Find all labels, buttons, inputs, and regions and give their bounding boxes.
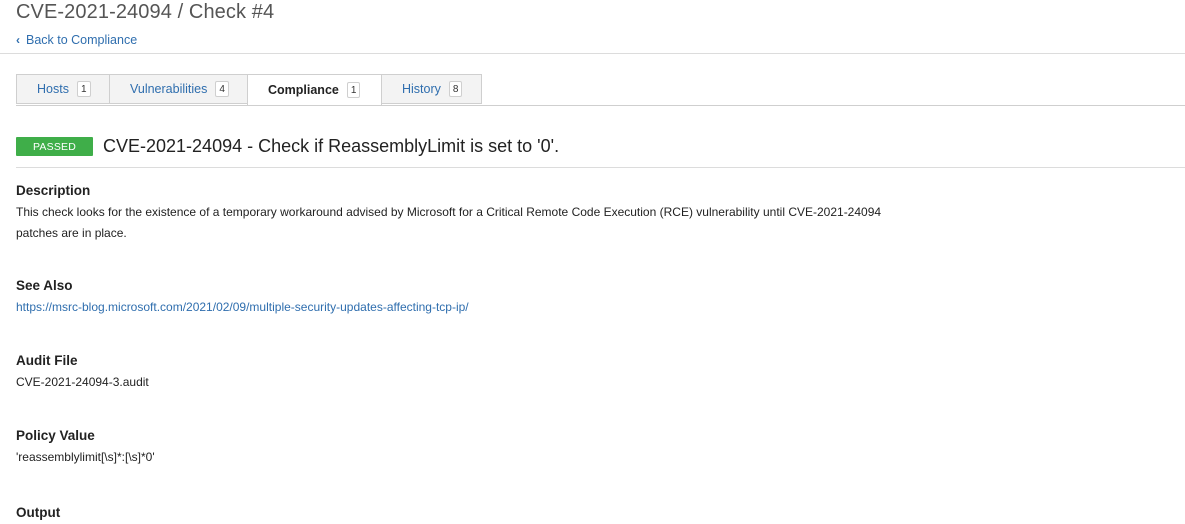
tab-history-count: 8 [448,81,463,97]
tab-hosts[interactable]: Hosts 1 [16,74,110,104]
see-also-link[interactable]: https://msrc-blog.microsoft.com/2021/02/… [16,300,469,314]
output-heading: Output [16,505,61,520]
tab-compliance[interactable]: Compliance 1 [247,74,382,106]
tabs-divider [16,105,1185,106]
description-heading: Description [16,183,91,198]
tab-vulnerabilities-count: 4 [215,81,229,97]
tab-bar: Hosts 1 Vulnerabilities 4 Compliance 1 H… [16,74,482,106]
tab-hosts-label: Hosts [37,82,69,96]
check-title: CVE-2021-24094 - Check if ReassemblyLimi… [103,136,560,156]
policy-value-heading: Policy Value [16,428,95,443]
description-text: This check looks for the existence of a … [16,205,882,240]
see-also-heading: See Also [16,278,73,293]
page-title: CVE-2021-24094 / Check #4 [16,1,275,23]
chevron-left-icon: ‹ [16,33,20,47]
tab-hosts-count: 1 [76,81,91,97]
status-badge: PASSED [16,137,93,156]
tab-compliance-count: 1 [346,82,361,98]
tab-vulnerabilities-label: Vulnerabilities [130,82,208,96]
back-link-label: Back to Compliance [26,33,138,47]
tab-compliance-label: Compliance [268,83,339,97]
back-to-compliance-link[interactable]: ‹ Back to Compliance [16,33,137,47]
tab-vulnerabilities[interactable]: Vulnerabilities 4 [109,74,248,104]
audit-file-value: CVE-2021-24094-3.audit [16,375,149,389]
tab-history-label: History [402,82,441,96]
tab-history[interactable]: History 8 [381,74,482,104]
policy-value-text: 'reassemblylimit[\s]*:[\s]*0' [16,450,155,464]
header-divider [0,53,1185,54]
check-divider [16,167,1185,168]
audit-file-heading: Audit File [16,353,78,368]
